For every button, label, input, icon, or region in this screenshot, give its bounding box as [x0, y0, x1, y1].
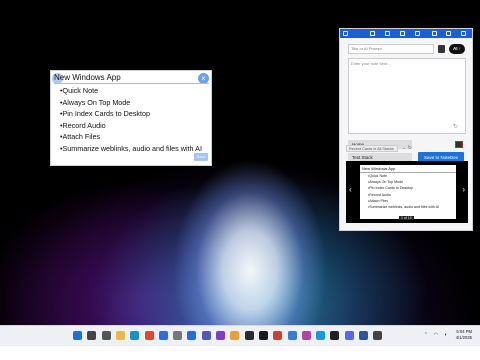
color-swatch[interactable]: [455, 141, 463, 148]
cards-icon[interactable]: [400, 31, 405, 36]
desktop: New Windows App × •Quick Note •Always On…: [0, 0, 480, 345]
list-item[interactable]: •Record Audio: [60, 120, 202, 132]
preview-card-title: New Windows App: [360, 165, 456, 173]
sticky-save-button[interactable]: Save: [194, 153, 208, 161]
title-bar: [340, 29, 472, 38]
notedex-app-window: Title or AI Prompt AI ↑ Enter your note …: [339, 28, 473, 231]
card-counter: 1 of 10: [399, 216, 414, 220]
list-item[interactable]: •Quick Note: [60, 85, 202, 97]
calendar-icon[interactable]: [287, 331, 297, 340]
store-icon[interactable]: [158, 331, 168, 340]
app2-icon[interactable]: [373, 331, 383, 340]
preview-card[interactable]: New Windows App •Quick Note •Always On T…: [360, 165, 456, 219]
sticky-note-window[interactable]: New Windows App × •Quick Note •Always On…: [50, 70, 212, 166]
sticky-note-title[interactable]: New Windows App: [54, 73, 121, 82]
photos-icon[interactable]: [316, 331, 326, 340]
word-icon[interactable]: [359, 331, 368, 340]
folder-icon[interactable]: [115, 331, 125, 340]
clock-date: 4/1/2025: [455, 335, 472, 340]
list-item[interactable]: •Attach Files: [60, 131, 202, 143]
preview-card-list: •Quick Note •Always On Top Mode •Pin Ind…: [360, 173, 456, 210]
pin-icon[interactable]: [385, 31, 390, 36]
refresh-icon[interactable]: ↻: [453, 123, 458, 130]
camera-icon[interactable]: [244, 331, 254, 340]
title-underline: [54, 83, 209, 84]
wifi-icon[interactable]: ◠: [434, 332, 438, 338]
terminal-icon[interactable]: [258, 331, 268, 340]
minimize-icon[interactable]: [432, 31, 437, 36]
previous-arrow-icon[interactable]: ‹: [349, 185, 352, 194]
settings-icon[interactable]: [173, 331, 183, 340]
note-textarea[interactable]: Enter your note here...: [348, 58, 466, 134]
visual-studio-icon[interactable]: [216, 331, 225, 340]
ai-button[interactable]: AI ↑: [449, 44, 465, 54]
sticky-note-list: •Quick Note •Always On Top Mode •Pin Ind…: [60, 85, 202, 155]
app-logo-icon: [343, 31, 348, 36]
info-icon[interactable]: [370, 31, 375, 36]
document-icon[interactable]: [438, 45, 445, 53]
taskbar: ⌃ ◠ ◖ 5:04 PM 4/1/2025: [0, 325, 480, 346]
close-icon[interactable]: [461, 31, 466, 36]
system-clock[interactable]: 5:04 PM 4/1/2025: [456, 329, 472, 341]
task-view-icon[interactable]: [101, 331, 111, 340]
list-item[interactable]: •Always On Top Mode: [60, 97, 202, 109]
paint-icon[interactable]: [230, 331, 240, 340]
list-item[interactable]: •Pin Index Cards to Desktop: [60, 108, 202, 120]
volume-icon[interactable]: ◖: [444, 332, 447, 338]
chrome-icon[interactable]: [144, 331, 154, 340]
card-preview: ‹ › New Windows App •Quick Note •Always …: [346, 161, 468, 223]
chevron-up-icon[interactable]: ⌃: [424, 332, 428, 338]
mail-icon[interactable]: [187, 331, 197, 340]
list-item[interactable]: •Summarize weblinks, audio and files wit…: [60, 143, 202, 155]
stack-icon[interactable]: [415, 31, 420, 36]
next-arrow-icon[interactable]: ›: [462, 185, 465, 194]
search-icon[interactable]: [87, 331, 97, 340]
maximize-icon[interactable]: [446, 31, 451, 36]
windows-start-icon[interactable]: [73, 331, 82, 340]
note-icon[interactable]: [273, 331, 283, 340]
home-select[interactable]: Home: [348, 140, 412, 149]
teams-icon[interactable]: [201, 331, 211, 340]
edge-icon[interactable]: [130, 331, 140, 340]
github-icon[interactable]: [330, 331, 340, 340]
discord-icon[interactable]: [344, 331, 354, 340]
prompt-input[interactable]: Title or AI Prompt: [348, 44, 434, 54]
app-icon[interactable]: [301, 331, 311, 340]
preview-list-item: •Summarize weblinks, audio and files wit…: [368, 205, 439, 210]
